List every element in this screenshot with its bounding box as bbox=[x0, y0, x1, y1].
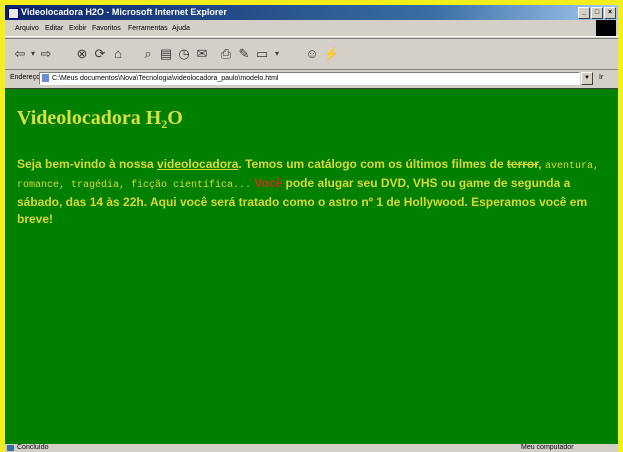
mail-icon[interactable]: ✉ bbox=[195, 47, 209, 61]
close-button[interactable]: × bbox=[604, 7, 616, 19]
minimize-button[interactable]: _ bbox=[578, 7, 590, 19]
edit-dropdown-icon[interactable]: ▾ bbox=[273, 47, 281, 61]
windows-logo-icon bbox=[596, 20, 616, 36]
address-input[interactable]: C:\Meus documentos\Nova\Tecnologia\video… bbox=[39, 72, 580, 85]
menu-favoritos[interactable]: Favoritos bbox=[92, 22, 121, 36]
research-icon[interactable]: ⚡ bbox=[323, 47, 339, 61]
address-label: Endereço bbox=[10, 74, 40, 81]
page-content: Videolocadora H2O Seja bem-vindo à nossa… bbox=[5, 88, 618, 444]
status-bar: Concluído Meu computador bbox=[5, 444, 618, 452]
menu-ferramentas[interactable]: Ferramentas bbox=[128, 22, 168, 36]
toolbar: ⇦ ▾ ⇨ ⊗ ⟳ ⌂ ⌕ ▤ ◷ ✉ ⎙ ✎ ▭ ▾ ☺ ⚡ bbox=[5, 38, 618, 70]
refresh-icon[interactable]: ⟳ bbox=[93, 47, 107, 61]
window-title: Videolocadora H2O - Microsoft Internet E… bbox=[21, 7, 227, 17]
stop-icon[interactable]: ⊗ bbox=[75, 47, 89, 61]
home-icon[interactable]: ⌂ bbox=[111, 47, 125, 61]
address-dropdown-icon[interactable]: ▼ bbox=[581, 72, 593, 85]
messenger-icon[interactable]: ☺ bbox=[305, 47, 319, 61]
menu-arquivo[interactable]: Arquivo bbox=[15, 22, 39, 36]
history-icon[interactable]: ◷ bbox=[177, 47, 191, 61]
search-icon[interactable]: ⌕ bbox=[141, 47, 155, 61]
address-url: C:\Meus documentos\Nova\Tecnologia\video… bbox=[52, 75, 279, 82]
status-text: Concluído bbox=[17, 444, 49, 451]
window-controls: _ □ × bbox=[578, 7, 616, 19]
welcome-text-3: , bbox=[538, 157, 545, 171]
menu-bar: Arquivo Editar Exibir Favoritos Ferramen… bbox=[5, 22, 618, 37]
menu-editar[interactable]: Editar bbox=[45, 22, 63, 36]
menu-ajuda[interactable]: Ajuda bbox=[172, 22, 190, 36]
page-title: Videolocadora H2O bbox=[17, 107, 183, 132]
favorites-icon[interactable]: ▤ bbox=[159, 47, 173, 61]
done-icon bbox=[7, 445, 14, 451]
browser-window: Videolocadora H2O - Microsoft Internet E… bbox=[5, 5, 618, 452]
print-icon[interactable]: ⎙ bbox=[219, 47, 233, 61]
go-button[interactable]: Ir bbox=[599, 69, 603, 87]
address-bar: Endereço C:\Meus documentos\Nova\Tecnolo… bbox=[5, 69, 618, 87]
terror-text: terror bbox=[506, 157, 539, 171]
videolocadora-link[interactable]: videolocadora bbox=[157, 157, 238, 171]
back-icon[interactable]: ⇦ bbox=[13, 47, 27, 61]
title-bar: Videolocadora H2O - Microsoft Internet E… bbox=[5, 5, 618, 20]
maximize-button[interactable]: □ bbox=[591, 7, 603, 19]
welcome-paragraph: Seja bem-vindo à nossa videolocadora. Te… bbox=[17, 156, 612, 228]
voce-highlight: Você bbox=[254, 176, 283, 190]
discuss-icon[interactable]: ▭ bbox=[255, 47, 269, 61]
menu-exibir[interactable]: Exibir bbox=[69, 22, 87, 36]
welcome-text-2: . Temos um catálogo com os últimos filme… bbox=[238, 157, 507, 171]
page-title-suffix: O bbox=[167, 107, 183, 129]
forward-icon[interactable]: ⇨ bbox=[39, 47, 53, 61]
page-icon bbox=[42, 74, 49, 82]
edit-icon[interactable]: ✎ bbox=[237, 47, 251, 61]
zone-text: Meu computador bbox=[521, 444, 574, 451]
back-dropdown-icon[interactable]: ▾ bbox=[29, 47, 37, 61]
welcome-text-1: Seja bem-vindo à nossa bbox=[17, 157, 158, 171]
ie-icon bbox=[8, 8, 19, 19]
page-title-prefix: Videolocadora H bbox=[17, 107, 162, 129]
